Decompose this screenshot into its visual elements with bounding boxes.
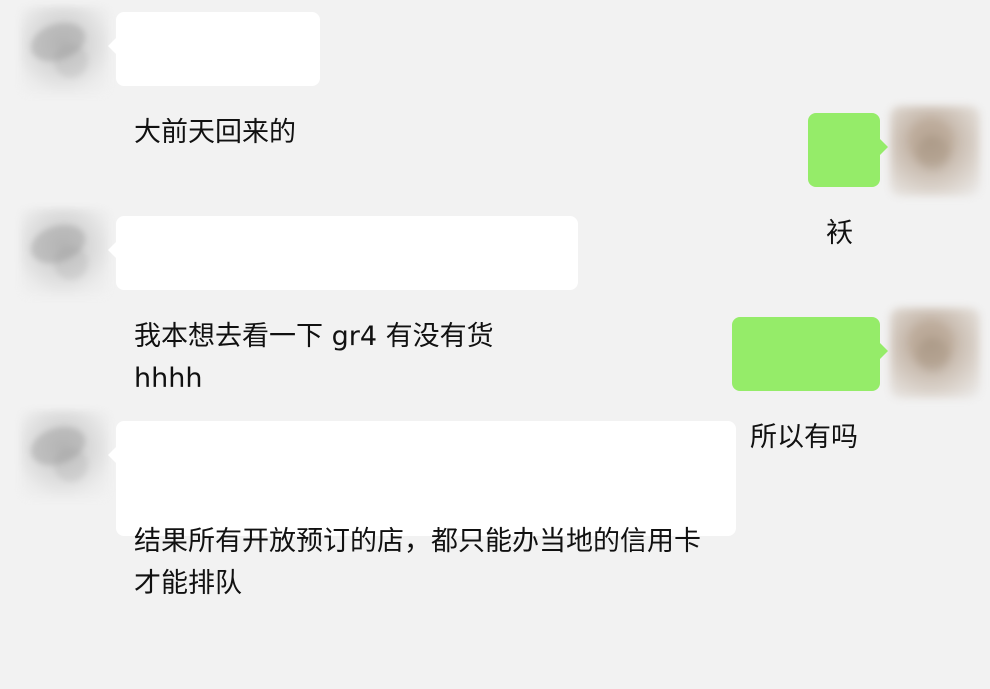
incoming-message-3: 结果所有开放预订的店，都只能办当地的信用卡 才能排队 <box>108 421 736 599</box>
outgoing-message-2-text: 所以有吗 <box>750 422 858 453</box>
outgoing-avatar-2 <box>890 308 980 398</box>
outgoing-message-1-text: 袄 <box>826 218 853 249</box>
incoming-avatar-2 <box>20 208 110 298</box>
incoming-avatar-3 <box>20 410 110 500</box>
chat-thread: 大前天回来的 袄 我本想去看一下 gr4 有没有货 hhhh 所以有吗 结果所有… <box>0 0 990 599</box>
incoming-message-3-text: 结果所有开放预订的店，都只能办当地的信用卡 才能排队 <box>134 526 701 599</box>
outgoing-message-1: 袄 <box>808 113 888 249</box>
incoming-message-1: 大前天回来的 <box>108 12 320 148</box>
incoming-message-2-text: 我本想去看一下 gr4 有没有货 hhhh <box>134 321 503 394</box>
outgoing-message-2: 所以有吗 <box>732 317 888 453</box>
outgoing-avatar-1 <box>890 106 980 196</box>
incoming-message-1-text: 大前天回来的 <box>134 117 296 148</box>
incoming-message-2: 我本想去看一下 gr4 有没有货 hhhh <box>108 216 578 394</box>
incoming-avatar-1 <box>20 6 110 96</box>
